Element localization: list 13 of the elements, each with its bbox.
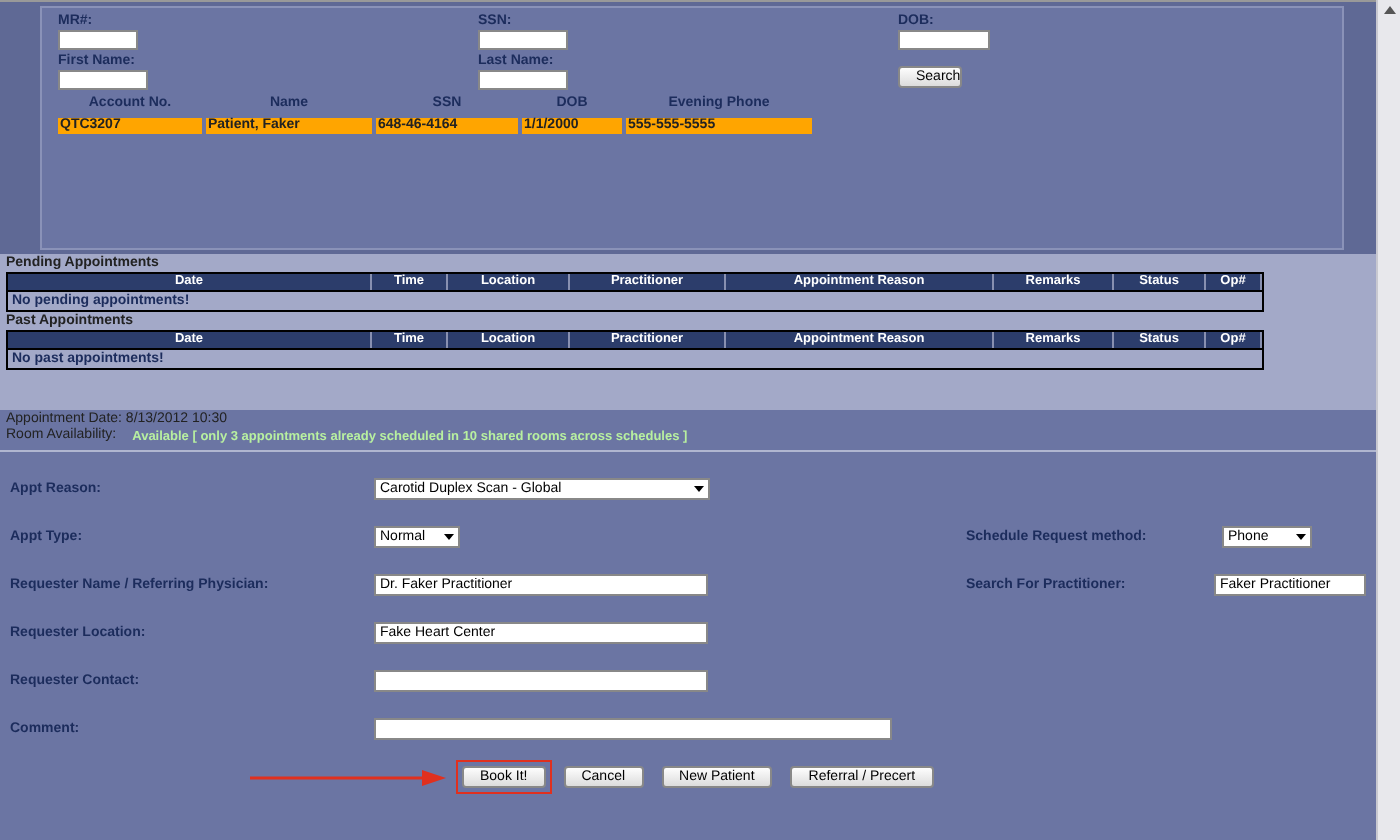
dropdown-caret-icon xyxy=(444,533,454,539)
scrollbar[interactable] xyxy=(1376,0,1400,840)
search-input[interactable] xyxy=(58,30,138,50)
dropdown-caret-icon xyxy=(1296,533,1306,539)
dropdown-caret-icon xyxy=(694,485,704,491)
scroll-up-arrow-icon[interactable] xyxy=(1383,6,1395,14)
search-input[interactable] xyxy=(898,30,990,50)
search-input[interactable] xyxy=(478,70,568,90)
comment-field[interactable] xyxy=(374,717,892,739)
search-input[interactable] xyxy=(58,70,148,90)
pointer-arrow-icon xyxy=(250,769,450,785)
text-field[interactable] xyxy=(374,669,708,691)
search-input[interactable] xyxy=(478,30,568,50)
